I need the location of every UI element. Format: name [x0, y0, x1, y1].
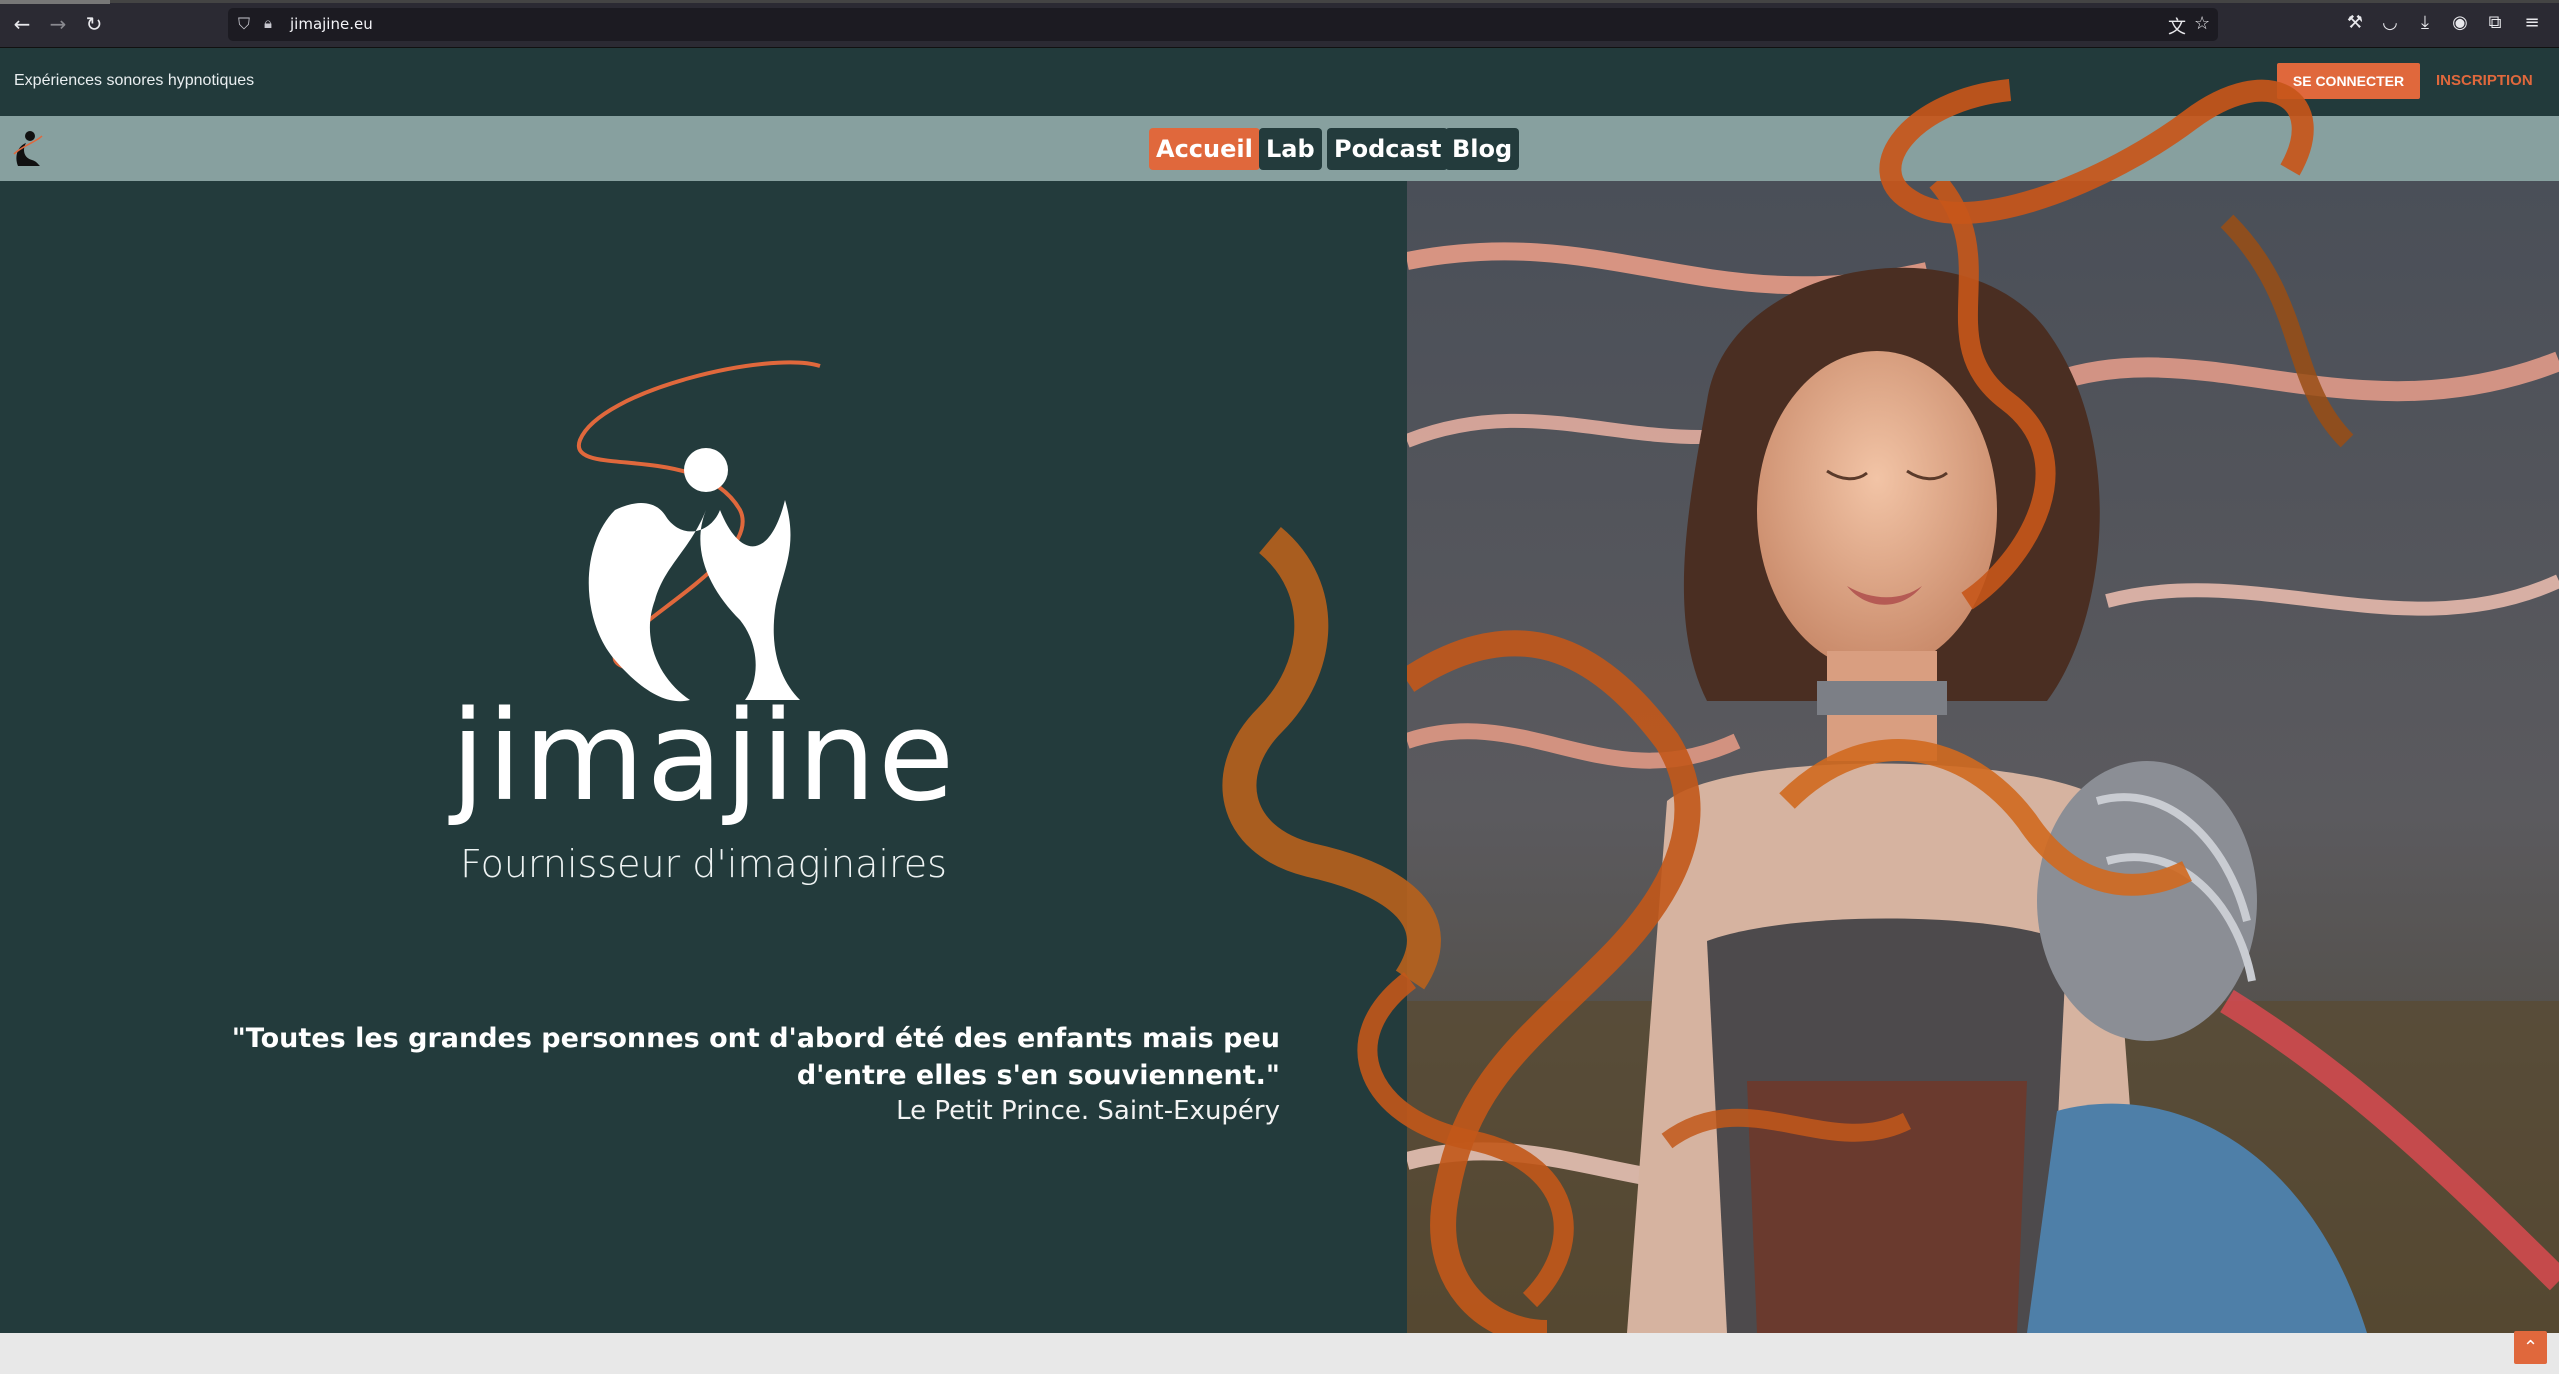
page-footer-strip — [0, 1333, 2559, 1374]
tab-strip — [0, 0, 2559, 3]
lock-icon[interactable]: 🔒︎ — [264, 14, 272, 32]
nav-item-podcast[interactable]: Podcast — [1327, 128, 1449, 170]
menu-icon[interactable]: ≡ — [2520, 12, 2544, 33]
nav-item-lab[interactable]: Lab — [1259, 128, 1322, 170]
pocket-icon[interactable]: ◡ — [2378, 12, 2402, 33]
bookmark-star-icon[interactable]: ☆ — [2194, 13, 2210, 34]
extensions-icon[interactable]: ⧉ — [2483, 12, 2507, 33]
site-topbar: Expériences sonores hypnotiques SE CONNE… — [0, 48, 2559, 116]
brand-wordmark: jimajine — [450, 685, 957, 829]
account-icon[interactable]: ◉ — [2448, 12, 2472, 33]
shield-icon[interactable]: ⛉ — [238, 14, 250, 34]
translate-icon[interactable]: 文 — [2168, 13, 2186, 39]
address-bar[interactable]: ⛉ 🔒︎ jimajine.eu 文 ☆ — [228, 8, 2218, 41]
hero-quote: "Toutes les grandes personnes ont d'abor… — [231, 1023, 1280, 1091]
brand-subtitle: Fournisseur d'imaginaires — [460, 842, 947, 886]
browser-toolbar: ← → ↻ ⛉ 🔒︎ jimajine.eu 文 ☆ ⚒ ◡ ⤓ ◉ ⧉ ≡ — [0, 0, 2559, 48]
active-tab-indicator[interactable] — [0, 0, 110, 4]
main-navbar: Accueil Lab Podcast Blog — [0, 116, 2559, 181]
url-text[interactable]: jimajine.eu — [290, 15, 373, 33]
quote-author: Le Petit Prince. Saint-Exupéry — [896, 1096, 1280, 1126]
reload-icon[interactable]: ↻ — [82, 12, 106, 36]
site-logo-icon[interactable] — [10, 126, 46, 172]
login-button[interactable]: SE CONNECTER — [2277, 63, 2420, 99]
back-icon[interactable]: ← — [10, 12, 34, 36]
forward-icon[interactable]: → — [46, 12, 70, 36]
signup-link[interactable]: INSCRIPTION — [2436, 63, 2533, 99]
chevron-up-icon[interactable]: ⌃ — [2514, 1331, 2547, 1364]
nav-item-accueil[interactable]: Accueil — [1149, 128, 1260, 170]
download-icon[interactable]: ⤓ — [2413, 12, 2437, 33]
wrench-icon[interactable]: ⚒ — [2343, 12, 2367, 33]
hero-image — [1407, 181, 2559, 1333]
nav-item-blog[interactable]: Blog — [1445, 128, 1520, 170]
site-tagline: Expériences sonores hypnotiques — [14, 72, 255, 89]
hero-illustration — [1407, 181, 2559, 1333]
